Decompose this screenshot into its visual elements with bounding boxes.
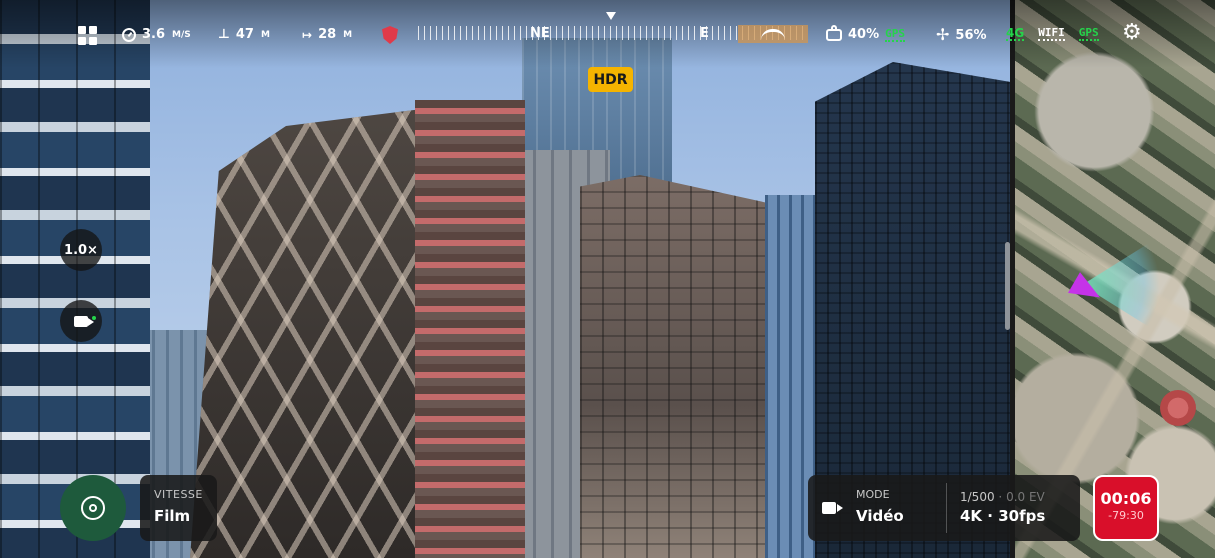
controller-battery-value: 40% (848, 27, 880, 42)
mode-divider (946, 483, 947, 533)
camera-switch-button[interactable] (60, 300, 102, 342)
wifi-label: WIFI (1038, 26, 1065, 41)
cellular-4g-label: 4G (1006, 26, 1025, 41)
mode-label: MODE (856, 488, 890, 501)
speed-mode-selector[interactable]: VITESSE Film (140, 475, 217, 541)
compass-label-e: E (700, 26, 709, 41)
capture-mode-panel[interactable]: MODE Vidéo 1/500 · 0.0 EV 4K · 30fps (808, 475, 1080, 541)
record-button[interactable]: 00:06 -79:30 (1093, 475, 1159, 541)
shutter-speed: 1/500 (960, 490, 995, 504)
exposure-settings[interactable]: 1/500 · 0.0 EV (960, 490, 1045, 504)
remote-controller-icon (826, 24, 842, 41)
recording-elapsed: 00:06 (1100, 489, 1152, 508)
exposure-value: 0.0 EV (1006, 490, 1045, 504)
building-construction (415, 100, 525, 558)
takeoff-button[interactable] (60, 475, 126, 541)
speed-value: 3.6 (142, 27, 166, 42)
home-direction-marker (738, 25, 808, 43)
gear-icon: ⚙ (1122, 20, 1142, 45)
building-left-mullions (0, 0, 150, 558)
resolution-framerate: 4K · 30fps (960, 507, 1046, 525)
exposure-separator: · (998, 490, 1003, 504)
controller-gps-label: GPS (885, 26, 905, 42)
takeoff-icon (81, 496, 105, 520)
recording-remaining: -79:30 (1108, 509, 1144, 522)
building-lattice (190, 108, 430, 558)
altitude-unit: M (260, 29, 270, 40)
camera-switch-icon (74, 315, 88, 327)
status-bar: 3.6 M/S ⊥ 47 M ↦ 28 M NE E 40% GPS ✢ 56%… (0, 0, 1215, 68)
speedometer-icon (122, 27, 136, 42)
altitude-readout: ⊥ 47 M (218, 27, 270, 42)
building-glass (580, 175, 780, 558)
drone-icon: ✢ (936, 25, 950, 44)
menu-button[interactable] (78, 26, 97, 45)
controller-battery: 40% GPS (826, 24, 905, 42)
distance-icon: ↦ (302, 27, 313, 42)
home-icon (761, 28, 785, 40)
connectivity-status: 4G WIFI GPS (1006, 27, 1099, 41)
drone-battery: ✢ 56% (936, 27, 987, 43)
altitude-value: 47 (235, 27, 254, 42)
drone-battery-value: 56% (955, 27, 987, 43)
distance-readout: ↦ 28 M (302, 27, 352, 42)
geofence-button[interactable] (382, 26, 398, 44)
panel-resize-handle[interactable] (1005, 242, 1010, 330)
settings-button[interactable]: ⚙ (1122, 20, 1142, 45)
mode-value: Vidéo (856, 507, 904, 525)
distance-unit: M (343, 29, 353, 40)
map-landmark (1160, 390, 1196, 426)
drone-gps-label: GPS (1078, 26, 1099, 41)
compass-heading-bar: NE E (418, 12, 808, 52)
speed-unit: M/S (172, 29, 191, 40)
speed-mode-value: Film (154, 507, 191, 525)
speed-readout: 3.6 M/S (122, 27, 191, 42)
drone-flight-app: 3.6 M/S ⊥ 47 M ↦ 28 M NE E 40% GPS ✢ 56%… (0, 0, 1215, 558)
grid-menu-icon (78, 26, 97, 45)
video-camera-icon (822, 502, 836, 514)
zoom-button[interactable]: 1.0× (60, 229, 102, 271)
distance-value: 28 (318, 27, 337, 42)
altitude-icon: ⊥ (218, 27, 230, 42)
speed-mode-label: VITESSE (154, 488, 203, 501)
camera-status-dot (92, 316, 96, 320)
shield-icon (382, 26, 398, 44)
hdr-badge[interactable]: HDR (588, 67, 633, 92)
compass-label-ne: NE (530, 26, 550, 41)
heading-pointer-icon (606, 12, 616, 20)
